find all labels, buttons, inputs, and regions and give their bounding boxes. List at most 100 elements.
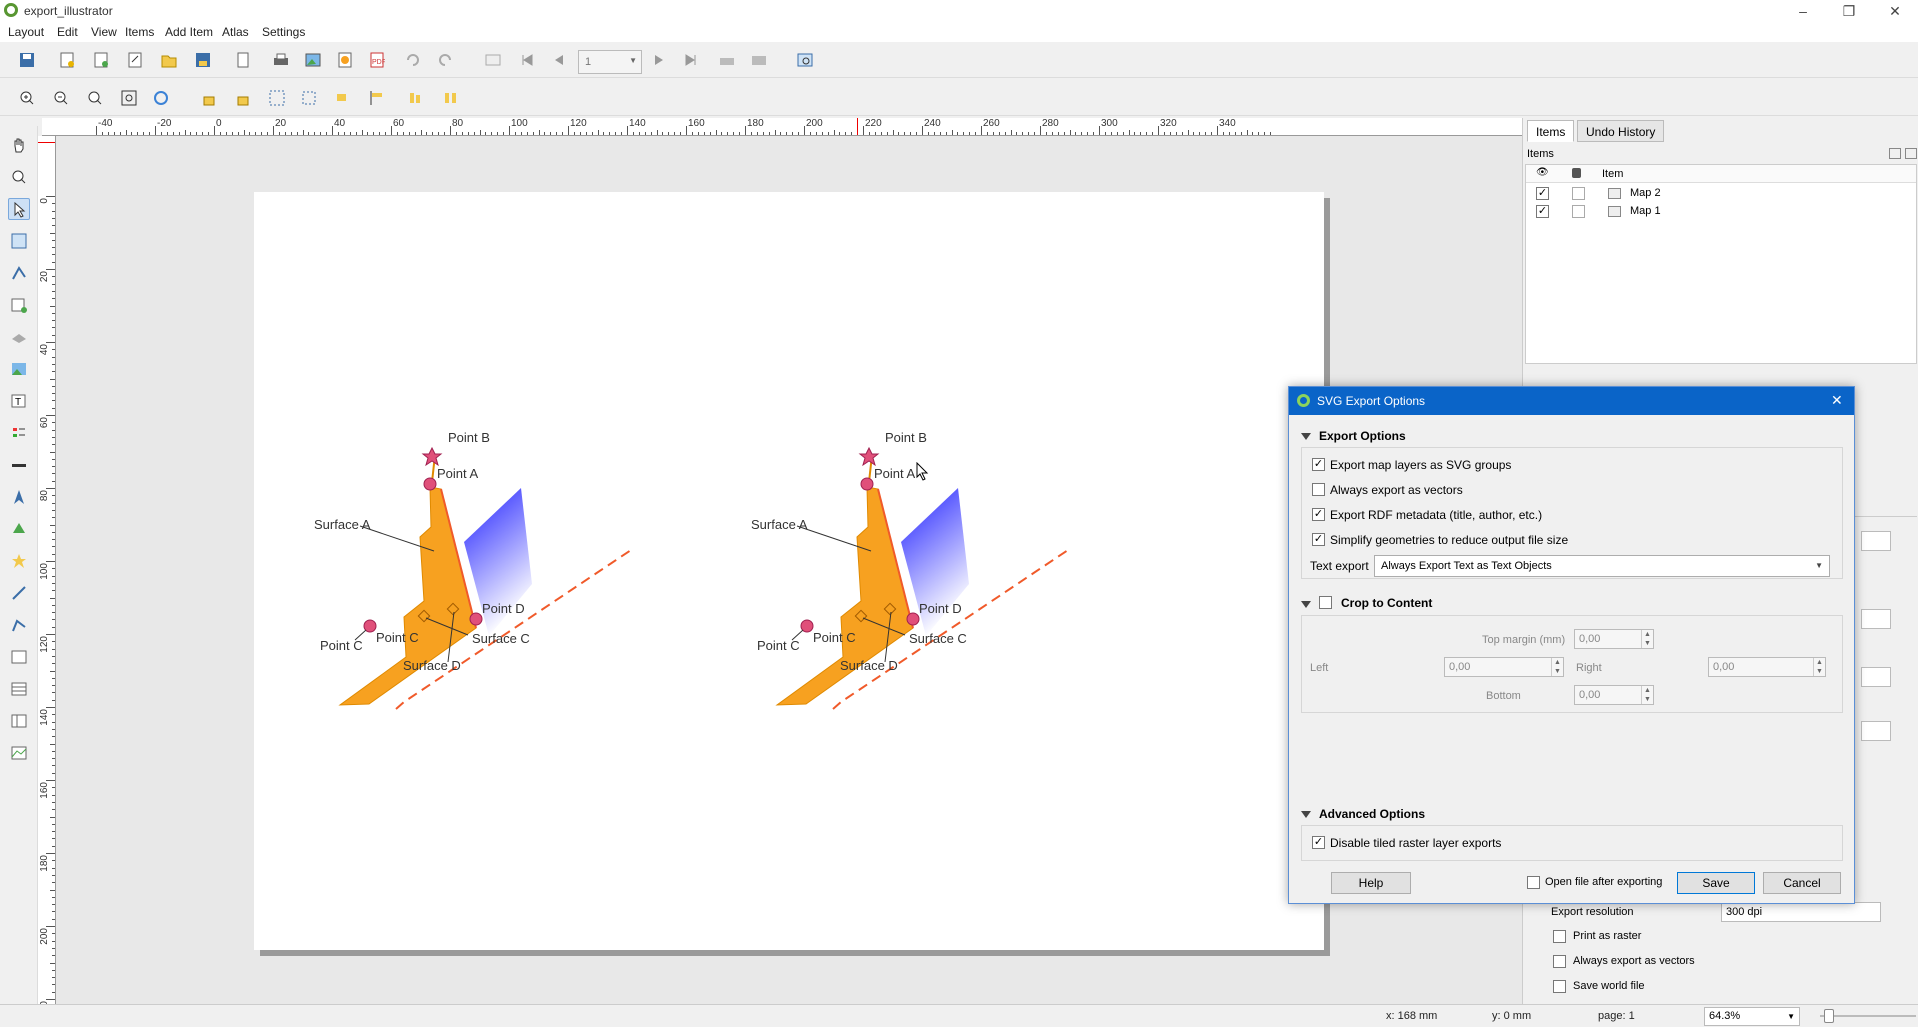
resize-button[interactable] (440, 87, 462, 109)
zoom-full-button[interactable] (118, 87, 140, 109)
lock-checkbox[interactable] (1572, 187, 1585, 200)
open-after-export-checkbox[interactable] (1527, 876, 1540, 889)
bottom-margin-spin[interactable]: 0,00 ▲ ▼ (1574, 685, 1654, 705)
add-fixed-table-button[interactable] (8, 710, 30, 732)
menu-atlas[interactable]: Atlas (222, 25, 249, 39)
menu-layout[interactable]: Layout (8, 25, 44, 39)
add-attribute-table-button[interactable] (8, 678, 30, 700)
duplicate-layout-button[interactable] (90, 49, 112, 71)
align-button[interactable] (366, 87, 388, 109)
next-feature-button[interactable] (648, 49, 670, 71)
collapse-triangle-icon[interactable] (1301, 601, 1311, 608)
add-marker-button[interactable] (8, 550, 30, 572)
layout-page[interactable]: Point B Point A Surface A Point C Point C Poi… (254, 192, 1324, 950)
save-layout-button[interactable] (16, 49, 38, 71)
float-panel-icon[interactable] (1889, 148, 1901, 159)
menu-add-item[interactable]: Add Item (165, 25, 213, 39)
unlock-items-button[interactable] (232, 87, 254, 109)
pan-tool-button[interactable] (8, 134, 30, 156)
save-button[interactable]: Save (1677, 872, 1755, 894)
zoom-slider[interactable] (1820, 1015, 1916, 1017)
export-svg-button[interactable] (334, 49, 356, 71)
group-button[interactable] (266, 87, 288, 109)
raise-button[interactable] (332, 87, 354, 109)
menu-items[interactable]: Items (125, 25, 154, 39)
text-export-combo[interactable]: Always Export Text as Text Objects ▼ (1374, 555, 1830, 577)
new-layout-button[interactable] (56, 49, 78, 71)
export-resolution-spin[interactable]: 300 dpi (1721, 902, 1881, 922)
add-arrow-button[interactable] (8, 582, 30, 604)
save-world-file-checkbox[interactable] (1553, 980, 1566, 993)
export-options-heading[interactable]: Export Options (1319, 429, 1406, 443)
lock-checkbox[interactable] (1572, 205, 1585, 218)
first-feature-button[interactable] (516, 49, 538, 71)
open-template-button[interactable] (158, 49, 180, 71)
map-2[interactable]: Point B Point A Surface A Point C Point C Poi… (751, 430, 1072, 710)
always-vectors-checkbox[interactable] (1312, 483, 1325, 496)
add-label-button[interactable]: T (8, 390, 30, 412)
rdf-metadata-checkbox[interactable]: ✓ (1312, 508, 1325, 521)
menu-settings[interactable]: Settings (262, 25, 305, 39)
tab-items[interactable]: Items (1527, 120, 1575, 142)
hidden-combo-3[interactable] (1861, 667, 1891, 687)
left-margin-spin[interactable]: 0,00 ▲ ▼ (1444, 657, 1564, 677)
add-picture-button[interactable] (8, 358, 30, 380)
select-tool-button[interactable] (8, 198, 30, 220)
zoom-100-button[interactable] (84, 87, 106, 109)
list-item[interactable]: ✓ Map 2 (1526, 185, 1916, 203)
export-pdf-button[interactable]: PDF (366, 49, 388, 71)
crop-to-content-checkbox[interactable] (1319, 596, 1332, 609)
maximize-button[interactable]: ❐ (1834, 2, 1864, 20)
ungroup-button[interactable] (298, 87, 320, 109)
disable-tiled-checkbox[interactable]: ✓ (1312, 836, 1325, 849)
help-button[interactable]: Help (1331, 872, 1411, 894)
export-image-button[interactable] (302, 49, 324, 71)
add-3d-map-button[interactable] (8, 326, 30, 348)
page-setup-button[interactable] (232, 49, 254, 71)
last-feature-button[interactable] (680, 49, 702, 71)
close-window-button[interactable]: ✕ (1880, 2, 1910, 20)
add-html-button[interactable] (8, 646, 30, 668)
edit-nodes-button[interactable] (8, 262, 30, 284)
hidden-spin[interactable] (1861, 721, 1891, 741)
top-margin-spin[interactable]: 0,00 ▲ ▼ (1574, 629, 1654, 649)
add-map-button[interactable] (8, 294, 30, 316)
previous-feature-button[interactable] (548, 49, 570, 71)
advanced-options-heading[interactable]: Advanced Options (1319, 807, 1425, 821)
right-margin-spin[interactable]: 0,00 ▲ ▼ (1708, 657, 1826, 677)
hidden-combo-2[interactable] (1861, 609, 1891, 629)
close-panel-icon[interactable] (1905, 148, 1917, 159)
collapse-triangle-icon[interactable] (1301, 811, 1311, 818)
undo-button[interactable] (402, 49, 424, 71)
zoom-tool-button[interactable] (8, 166, 30, 188)
minimize-button[interactable]: – (1788, 2, 1818, 20)
refresh-button[interactable] (150, 87, 172, 109)
zoom-out-button[interactable] (50, 87, 72, 109)
add-elevation-profile-button[interactable] (8, 742, 30, 764)
lock-items-button[interactable] (198, 87, 220, 109)
add-north-arrow-button[interactable] (8, 486, 30, 508)
always-vectors-checkbox[interactable] (1553, 955, 1566, 968)
simplify-geometries-checkbox[interactable]: ✓ (1312, 533, 1325, 546)
menu-edit[interactable]: Edit (57, 25, 78, 39)
redo-button[interactable] (434, 49, 456, 71)
zoom-slider-handle[interactable] (1824, 1009, 1834, 1023)
visible-checkbox[interactable]: ✓ (1536, 187, 1549, 200)
atlas-settings-button[interactable] (794, 49, 816, 71)
print-as-raster-checkbox[interactable] (1553, 930, 1566, 943)
svg-groups-checkbox[interactable]: ✓ (1312, 458, 1325, 471)
add-scalebar-button[interactable] (8, 454, 30, 476)
add-polyline-button[interactable] (8, 614, 30, 636)
visible-checkbox[interactable]: ✓ (1536, 205, 1549, 218)
menu-view[interactable]: View (91, 25, 117, 39)
list-item[interactable]: ✓ Map 1 (1526, 203, 1916, 221)
print-atlas-button[interactable] (716, 49, 738, 71)
export-atlas-button[interactable] (748, 49, 770, 71)
zoom-combo[interactable]: 64.3% ▼ (1704, 1007, 1800, 1026)
hidden-combo-1[interactable] (1861, 531, 1891, 551)
collapse-triangle-icon[interactable] (1301, 433, 1311, 440)
close-dialog-button[interactable]: ✕ (1831, 392, 1843, 409)
add-shape-button[interactable] (8, 518, 30, 540)
atlas-preview-button[interactable] (482, 49, 504, 71)
add-legend-button[interactable] (8, 422, 30, 444)
